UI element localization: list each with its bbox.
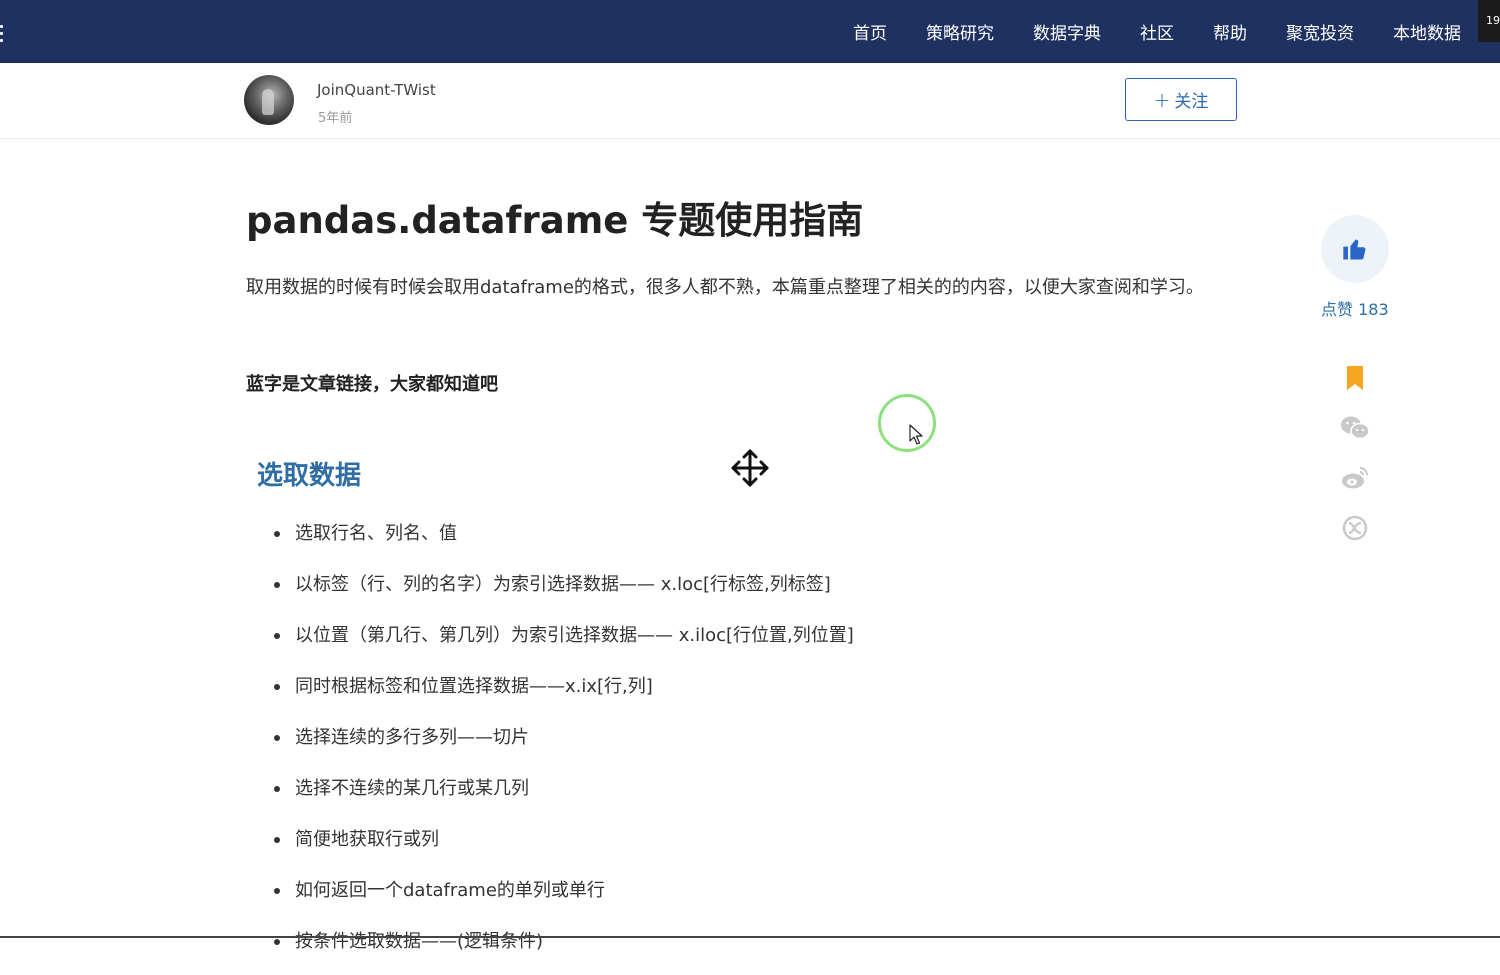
nav-link-home[interactable]: 首页 bbox=[853, 19, 887, 44]
article-intro: 取用数据的时候有时候会取用dataframe的格式，很多人都不熟，本篇重点整理了… bbox=[246, 277, 1204, 298]
article-title: pandas.dataframe 专题使用指南 bbox=[246, 199, 864, 242]
author-name[interactable]: JoinQuant-TWist bbox=[317, 81, 436, 99]
list-item[interactable]: 以标签（行、列的名字）为索引选择数据—— x.loc[行标签,列标签] bbox=[274, 567, 854, 618]
mouse-pointer-icon bbox=[909, 424, 923, 445]
list-item[interactable]: 如何返回一个dataframe的单列或单行 bbox=[274, 873, 854, 924]
nav-link-investment[interactable]: 聚宽投资 bbox=[1286, 19, 1354, 44]
section-heading: 选取数据 bbox=[257, 461, 362, 491]
bold-note: 蓝字是文章链接，大家都知道吧 bbox=[246, 374, 498, 395]
list-item[interactable]: 以位置（第几行、第几列）为索引选择数据—— x.iloc[行位置,列位置] bbox=[274, 618, 854, 669]
follow-label: 关注 bbox=[1174, 92, 1209, 112]
plus-icon: + bbox=[1153, 87, 1171, 112]
menu-icon[interactable] bbox=[0, 22, 4, 42]
weibo-icon[interactable] bbox=[1340, 463, 1370, 493]
nav-link-strategy[interactable]: 策略研究 bbox=[926, 19, 994, 44]
list-item: 选取行名、列名、值 bbox=[274, 516, 854, 567]
bookmark-icon[interactable] bbox=[1340, 363, 1370, 393]
corner-badge: 19 bbox=[1478, 0, 1500, 42]
list-item[interactable]: 按条件选取数据——(逻辑条件) bbox=[274, 924, 854, 975]
click-indicator bbox=[878, 394, 936, 452]
like-count[interactable]: 点赞 183 bbox=[1321, 296, 1389, 320]
author-bar: JoinQuant-TWist 5年前 + 关注 bbox=[0, 63, 1500, 139]
wechat-icon[interactable] bbox=[1340, 413, 1370, 443]
like-button[interactable] bbox=[1321, 215, 1389, 283]
thumbs-up-icon bbox=[1343, 239, 1366, 260]
move-cursor-icon bbox=[731, 449, 769, 487]
nav-link-data-dictionary[interactable]: 数据字典 bbox=[1033, 19, 1101, 44]
list-item[interactable]: 选择不连续的某几行或某几列 bbox=[274, 771, 854, 822]
list-item[interactable]: 选择连续的多行多列——切片 bbox=[274, 720, 854, 771]
top-navbar: 首页 策略研究 数据字典 社区 帮助 聚宽投资 本地数据 19 bbox=[0, 0, 1500, 63]
nav-link-community[interactable]: 社区 bbox=[1140, 19, 1174, 44]
nav-link-local-data[interactable]: 本地数据 bbox=[1393, 19, 1461, 44]
follow-button[interactable]: + 关注 bbox=[1125, 78, 1237, 121]
nav-links: 首页 策略研究 数据字典 社区 帮助 聚宽投资 本地数据 bbox=[853, 0, 1461, 63]
nav-link-help[interactable]: 帮助 bbox=[1213, 19, 1247, 44]
list-item[interactable]: 简便地获取行或列 bbox=[274, 822, 854, 873]
list-item[interactable]: 同时根据标签和位置选择数据——x.ix[行,列] bbox=[274, 669, 854, 720]
bullet-list: 选取行名、列名、值 以标签（行、列的名字）为索引选择数据—— x.loc[行标签… bbox=[274, 516, 854, 975]
avatar[interactable] bbox=[244, 75, 294, 125]
share-icon[interactable] bbox=[1340, 513, 1370, 543]
post-time: 5年前 bbox=[318, 111, 353, 126]
